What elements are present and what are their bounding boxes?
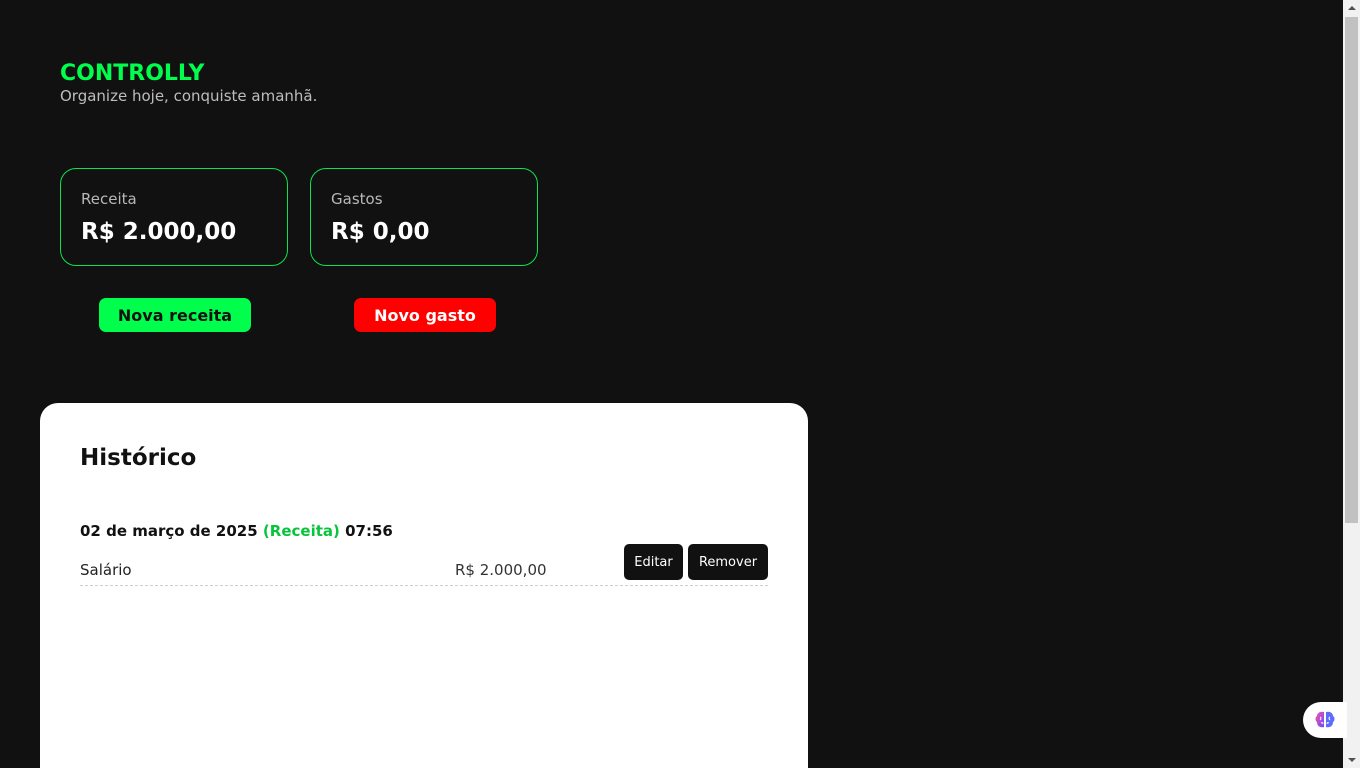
app-page: CONTROLLY Organize hoje, conquiste amanh… — [0, 0, 1360, 768]
app-subtitle: Organize hoje, conquiste amanhã. — [60, 87, 318, 105]
app-title: CONTROLLY — [60, 61, 205, 86]
entry-time: 07:56 — [345, 522, 393, 540]
entry-description: Salário — [80, 561, 132, 579]
scroll-down-arrow-icon[interactable] — [1343, 751, 1360, 768]
scroll-up-arrow-icon[interactable] — [1343, 0, 1360, 17]
history-panel: Histórico 02 de março de 2025 (Receita) … — [40, 403, 808, 768]
page-scrollbar[interactable] — [1343, 0, 1360, 768]
expenses-card: Gastos R$ 0,00 — [310, 168, 538, 266]
new-expense-button[interactable]: Novo gasto — [354, 298, 496, 332]
income-card: Receita R$ 2.000,00 — [60, 168, 288, 266]
history-title: Histórico — [80, 445, 197, 471]
edit-button[interactable]: Editar — [624, 544, 683, 580]
brain-icon — [1315, 711, 1335, 728]
remove-button[interactable]: Remover — [688, 544, 768, 580]
entry-amount: R$ 2.000,00 — [455, 561, 547, 579]
scrollbar-thumb[interactable] — [1345, 17, 1358, 523]
income-value: R$ 2.000,00 — [81, 219, 237, 245]
extension-button[interactable] — [1303, 702, 1347, 738]
brand-header: CONTROLLY Organize hoje, conquiste amanh… — [60, 60, 317, 106]
expenses-value: R$ 0,00 — [331, 219, 430, 245]
new-income-button[interactable]: Nova receita — [99, 298, 251, 332]
expenses-label: Gastos — [331, 190, 383, 208]
entry-type: (Receita) — [262, 522, 340, 540]
entry-date: 02 de março de 2025 — [80, 522, 258, 540]
list-item: Salário R$ 2.000,00 Editar Remover — [80, 543, 768, 586]
income-label: Receita — [81, 190, 137, 208]
entry-date-line: 02 de março de 2025 (Receita) 07:56 — [80, 520, 393, 542]
